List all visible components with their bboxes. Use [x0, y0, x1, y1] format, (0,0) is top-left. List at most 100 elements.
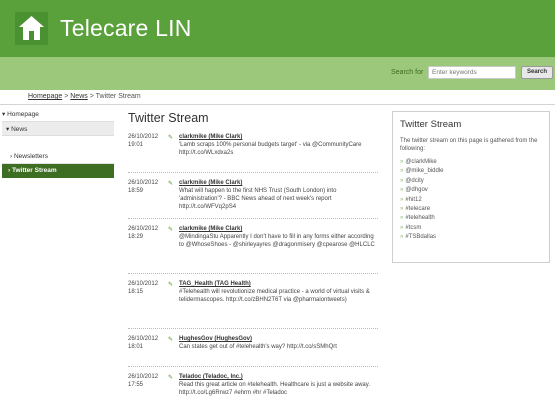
tweet-timestamp: 26/10/2012 18:59	[128, 179, 164, 195]
tweet-author-link[interactable]: clarkmike (Mike Clark)	[179, 225, 379, 233]
sidebar-item-label: News	[11, 126, 28, 133]
site-title[interactable]: Telecare LIN	[60, 15, 192, 42]
tweet-date: 26/10/2012	[128, 226, 159, 232]
tweet-text: 'Lamb scraps 100% personal budgets targe…	[179, 142, 362, 156]
tweet-entry: 26/10/2012 19:01 ✎ clarkmike (Mike Clark)…	[128, 133, 378, 173]
search-button[interactable]: Search	[521, 66, 553, 79]
bullet-icon: »	[400, 224, 404, 231]
tweet-body: clarkmike (Mike Clark) @MindingaStu Appa…	[179, 225, 379, 249]
source-label: #telehealth	[405, 215, 435, 222]
tweet-entry: 26/10/2012 18:15 ✎ TAG_Health (TAG Health…	[128, 280, 378, 329]
tweet-text: #Telehealth will revolutionize medical p…	[179, 289, 370, 303]
tweet-entry: 26/10/2012 18:29 ✎ clarkmike (Mike Clark)…	[128, 225, 378, 274]
source-item[interactable]: » #telecare	[400, 205, 542, 214]
tweet-body: clarkmike (Mike Clark) What will happen …	[179, 179, 379, 211]
search-label: Search for	[391, 69, 424, 76]
sidebar-item-label: Twitter Stream	[11, 167, 57, 174]
tweet-bird-icon: ✎	[168, 375, 174, 381]
bullet-icon: »	[400, 168, 404, 175]
sidebar-item-news[interactable]: ▾ News	[2, 121, 114, 136]
tweet-timestamp: 26/10/2012 18:01	[128, 335, 164, 351]
source-item[interactable]: » #TSBdallas	[400, 233, 542, 242]
breadcrumb-separator: >	[64, 93, 69, 100]
tweet-bird-icon: ✎	[168, 227, 174, 233]
tweet-date: 26/10/2012	[128, 336, 159, 342]
tweet-time: 17:55	[128, 382, 144, 388]
source-item[interactable]: » @mike_biddle	[400, 167, 542, 176]
tweet-time: 18:01	[128, 344, 144, 350]
source-label: @mike_biddle	[405, 168, 444, 175]
breadcrumb-current: Twitter Stream	[95, 93, 141, 100]
tweet-text: Can states get out of #telehealth's way?…	[179, 344, 337, 350]
source-item[interactable]: » @dhgov	[400, 186, 542, 195]
tweet-text: Read this great article on #telehealth. …	[179, 382, 370, 396]
tweet-time: 18:15	[128, 289, 144, 295]
house-icon[interactable]	[15, 12, 48, 45]
sidebar-item-newsletters[interactable]: › Newsletters	[2, 150, 114, 164]
source-label: #tcsm	[405, 224, 422, 231]
tweet-author-link[interactable]: TAG_Health (TAG Health)	[179, 280, 379, 288]
bullet-icon: »	[400, 196, 404, 203]
page-title: Twitter Stream	[128, 111, 209, 125]
tweet-date: 26/10/2012	[128, 134, 159, 140]
breadcrumb: Homepage > News > Twitter Stream	[28, 93, 141, 100]
tweet-author-link[interactable]: clarkmike (Mike Clark)	[179, 179, 379, 187]
sidebar-item-label: Homepage	[7, 111, 39, 118]
source-item[interactable]: » @dcity	[400, 177, 542, 186]
bullet-icon: »	[400, 206, 404, 213]
search-bar: Search for Search	[0, 57, 555, 90]
tweet-time: 18:29	[128, 234, 144, 240]
tweet-date: 26/10/2012	[128, 180, 159, 186]
tweet-timestamp: 26/10/2012 17:55	[128, 373, 164, 389]
twitter-sources-panel: Twitter Stream The twitter stream on thi…	[392, 111, 550, 263]
tweet-bird-icon: ✎	[168, 135, 174, 141]
tweet-entry: 26/10/2012 18:01 ✎ HughesGov (HughesGov) …	[128, 335, 378, 367]
tweet-bird-icon: ✎	[168, 181, 174, 187]
sidebar-item-label: Newsletters	[13, 153, 48, 160]
search-input[interactable]	[428, 66, 516, 79]
source-item[interactable]: » #hit12	[400, 196, 542, 205]
main-content: Twitter Stream 26/10/2012 19:01 ✎ clarkmi…	[128, 111, 378, 403]
sidebar-item-homepage[interactable]: ▾ Homepage	[2, 108, 114, 121]
tweet-entry: 26/10/2012 18:59 ✎ clarkmike (Mike Clark)…	[128, 179, 378, 219]
tweet-author-link[interactable]: Teladoc (Teladoc, Inc.)	[179, 373, 379, 381]
breadcrumb-news-link[interactable]: News	[70, 93, 88, 100]
bullet-icon: »	[400, 177, 404, 184]
tweet-author-link[interactable]: HughesGov (HughesGov)	[179, 335, 379, 343]
sidebar-nav: ▾ Homepage ▾ News › Newsletters › Twitte…	[2, 108, 114, 178]
source-item[interactable]: » #telehealth	[400, 214, 542, 223]
tweet-date: 26/10/2012	[128, 281, 159, 287]
tweet-body: Teladoc (Teladoc, Inc.) Read this great …	[179, 373, 379, 397]
source-label: #hit12	[405, 196, 422, 203]
tweet-timestamp: 26/10/2012 18:15	[128, 280, 164, 296]
tweet-time: 19:01	[128, 142, 144, 148]
breadcrumb-separator: >	[89, 93, 94, 100]
bullet-icon: »	[400, 159, 404, 165]
source-label: @dhgov	[405, 187, 428, 194]
tweet-time: 18:59	[128, 188, 144, 194]
tweet-timestamp: 26/10/2012 19:01	[128, 133, 164, 149]
breadcrumb-home-link[interactable]: Homepage	[28, 93, 62, 100]
tweet-date: 26/10/2012	[128, 374, 159, 380]
panel-title: Twitter Stream	[400, 119, 462, 130]
tweet-text: What will happen to the first NHS Trust …	[179, 188, 337, 210]
tweet-body: TAG_Health (TAG Health) #Telehealth will…	[179, 280, 379, 304]
tweet-text: @MindingaStu Apparently I don't have to …	[179, 234, 375, 248]
header-divider	[0, 104, 555, 105]
source-label: @dcity	[405, 177, 424, 184]
tweet-bird-icon: ✎	[168, 337, 174, 343]
source-item[interactable]: » #tcsm	[400, 224, 542, 233]
bullet-icon: »	[400, 187, 404, 194]
source-item[interactable]: » @clarkMike	[400, 158, 542, 167]
tweet-author-link[interactable]: clarkmike (Mike Clark)	[179, 133, 379, 141]
sidebar-item-twitter-stream[interactable]: › Twitter Stream	[2, 164, 114, 178]
source-label: #TSBdallas	[405, 234, 437, 241]
bullet-icon: »	[400, 234, 404, 241]
source-label: @clarkMike	[405, 159, 437, 165]
tweet-body: HughesGov (HughesGov) Can states get out…	[179, 335, 379, 351]
tweet-timestamp: 26/10/2012 18:29	[128, 225, 164, 241]
site-header: Telecare LIN	[0, 0, 555, 57]
bullet-icon: »	[400, 215, 404, 222]
tweet-body: clarkmike (Mike Clark) 'Lamb scraps 100%…	[179, 133, 379, 157]
